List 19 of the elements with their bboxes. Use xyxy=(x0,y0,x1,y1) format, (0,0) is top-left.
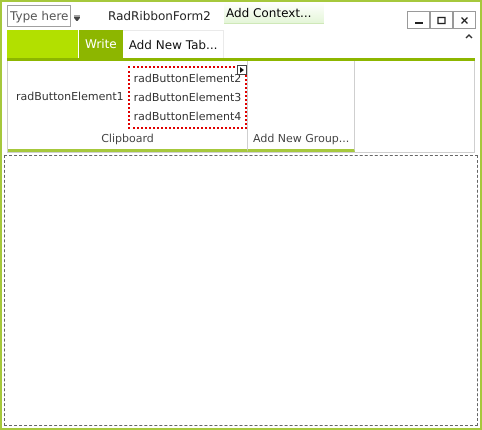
large-ribbon-button[interactable]: radButtonElement1 xyxy=(16,89,124,106)
maximize-button[interactable] xyxy=(430,11,453,29)
collapse-ribbon-icon[interactable] xyxy=(465,33,473,39)
close-button[interactable] xyxy=(453,11,476,29)
quick-access-field[interactable]: Type here xyxy=(7,5,71,27)
stack-button[interactable]: radButtonElement3 xyxy=(134,88,242,107)
window-title: RadRibbonForm2 xyxy=(108,8,212,25)
dropdown-icon[interactable] xyxy=(74,15,80,21)
maximize-icon xyxy=(437,16,446,24)
minimize-icon xyxy=(414,22,422,24)
arrow-right-icon[interactable] xyxy=(237,65,248,75)
close-icon xyxy=(460,16,469,24)
ribbon-tab[interactable]: Add New Tab... xyxy=(122,30,224,58)
stack-button[interactable]: radButtonElement4 xyxy=(134,107,242,126)
group-label: Clipboard xyxy=(100,131,155,147)
group-label: Add New Group... xyxy=(252,131,350,147)
stack-button[interactable]: radButtonElement2 xyxy=(134,69,242,88)
minimize-button[interactable] xyxy=(407,11,430,29)
context-tab-button[interactable]: Add Context... xyxy=(224,2,324,24)
